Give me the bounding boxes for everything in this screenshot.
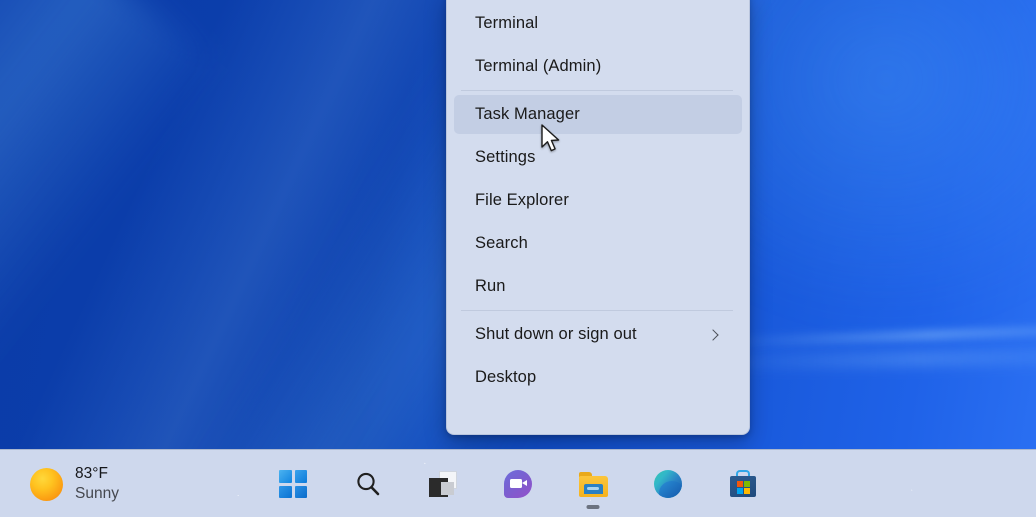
- menu-item-file-explorer[interactable]: File Explorer: [454, 181, 742, 220]
- edge-icon: [654, 470, 682, 498]
- taskbar-app-strip: [0, 450, 1036, 517]
- menu-item-label: Terminal (Admin): [475, 57, 602, 75]
- menu-item-run[interactable]: Run: [454, 267, 742, 306]
- menu-separator-1: [461, 90, 733, 91]
- menu-item-search[interactable]: Search: [454, 224, 742, 263]
- search-button[interactable]: [346, 462, 390, 506]
- edge-button[interactable]: [646, 462, 690, 506]
- menu-item-task-manager[interactable]: Task Manager: [454, 95, 742, 134]
- windows-logo-icon: [279, 470, 307, 498]
- wallpaper-band-lower: [699, 348, 1036, 370]
- menu-item-desktop[interactable]: Desktop: [454, 358, 742, 397]
- weather-condition: Sunny: [75, 485, 119, 502]
- weather-text: 83°F Sunny: [75, 464, 119, 504]
- menu-item-label: Search: [475, 234, 528, 252]
- task-view-icon: [429, 471, 457, 497]
- menu-separator-2: [461, 310, 733, 311]
- wallpaper-band-upper: [719, 322, 1036, 348]
- menu-item-settings[interactable]: Settings: [454, 138, 742, 177]
- menu-item-label: File Explorer: [475, 191, 569, 209]
- folder-icon: [578, 471, 608, 497]
- menu-item-shut-down-or-sign-out[interactable]: Shut down or sign out: [454, 315, 742, 354]
- menu-item-terminal[interactable]: Terminal: [454, 4, 742, 43]
- chevron-right-icon: [706, 328, 720, 342]
- start-button[interactable]: [271, 462, 315, 506]
- task-view-button[interactable]: [421, 462, 465, 506]
- menu-item-label: Desktop: [475, 368, 537, 386]
- menu-item-label: Settings: [475, 148, 536, 166]
- menu-item-label: Task Manager: [475, 105, 580, 123]
- weather-widget[interactable]: 83°F Sunny: [24, 458, 129, 510]
- menu-item-label: Terminal: [475, 14, 539, 32]
- taskbar: 83°F Sunny: [0, 449, 1036, 517]
- store-button[interactable]: [721, 462, 765, 506]
- winx-quick-link-menu: Terminal Terminal (Admin) Task Manager S…: [446, 0, 750, 435]
- chat-icon: [504, 470, 532, 498]
- menu-item-terminal-admin[interactable]: Terminal (Admin): [454, 47, 742, 86]
- screen: Terminal Terminal (Admin) Task Manager S…: [0, 0, 1036, 517]
- file-explorer-button[interactable]: [571, 462, 615, 509]
- running-indicator: [586, 505, 600, 509]
- menu-item-label: Run: [475, 277, 506, 295]
- store-icon: [729, 470, 757, 498]
- wallpaper-streak-left: [0, 0, 221, 517]
- weather-temperature: 83°F: [75, 465, 108, 483]
- sun-icon: [30, 467, 63, 501]
- search-icon: [357, 472, 380, 496]
- chat-button[interactable]: [496, 462, 540, 506]
- menu-item-label: Shut down or sign out: [475, 325, 637, 343]
